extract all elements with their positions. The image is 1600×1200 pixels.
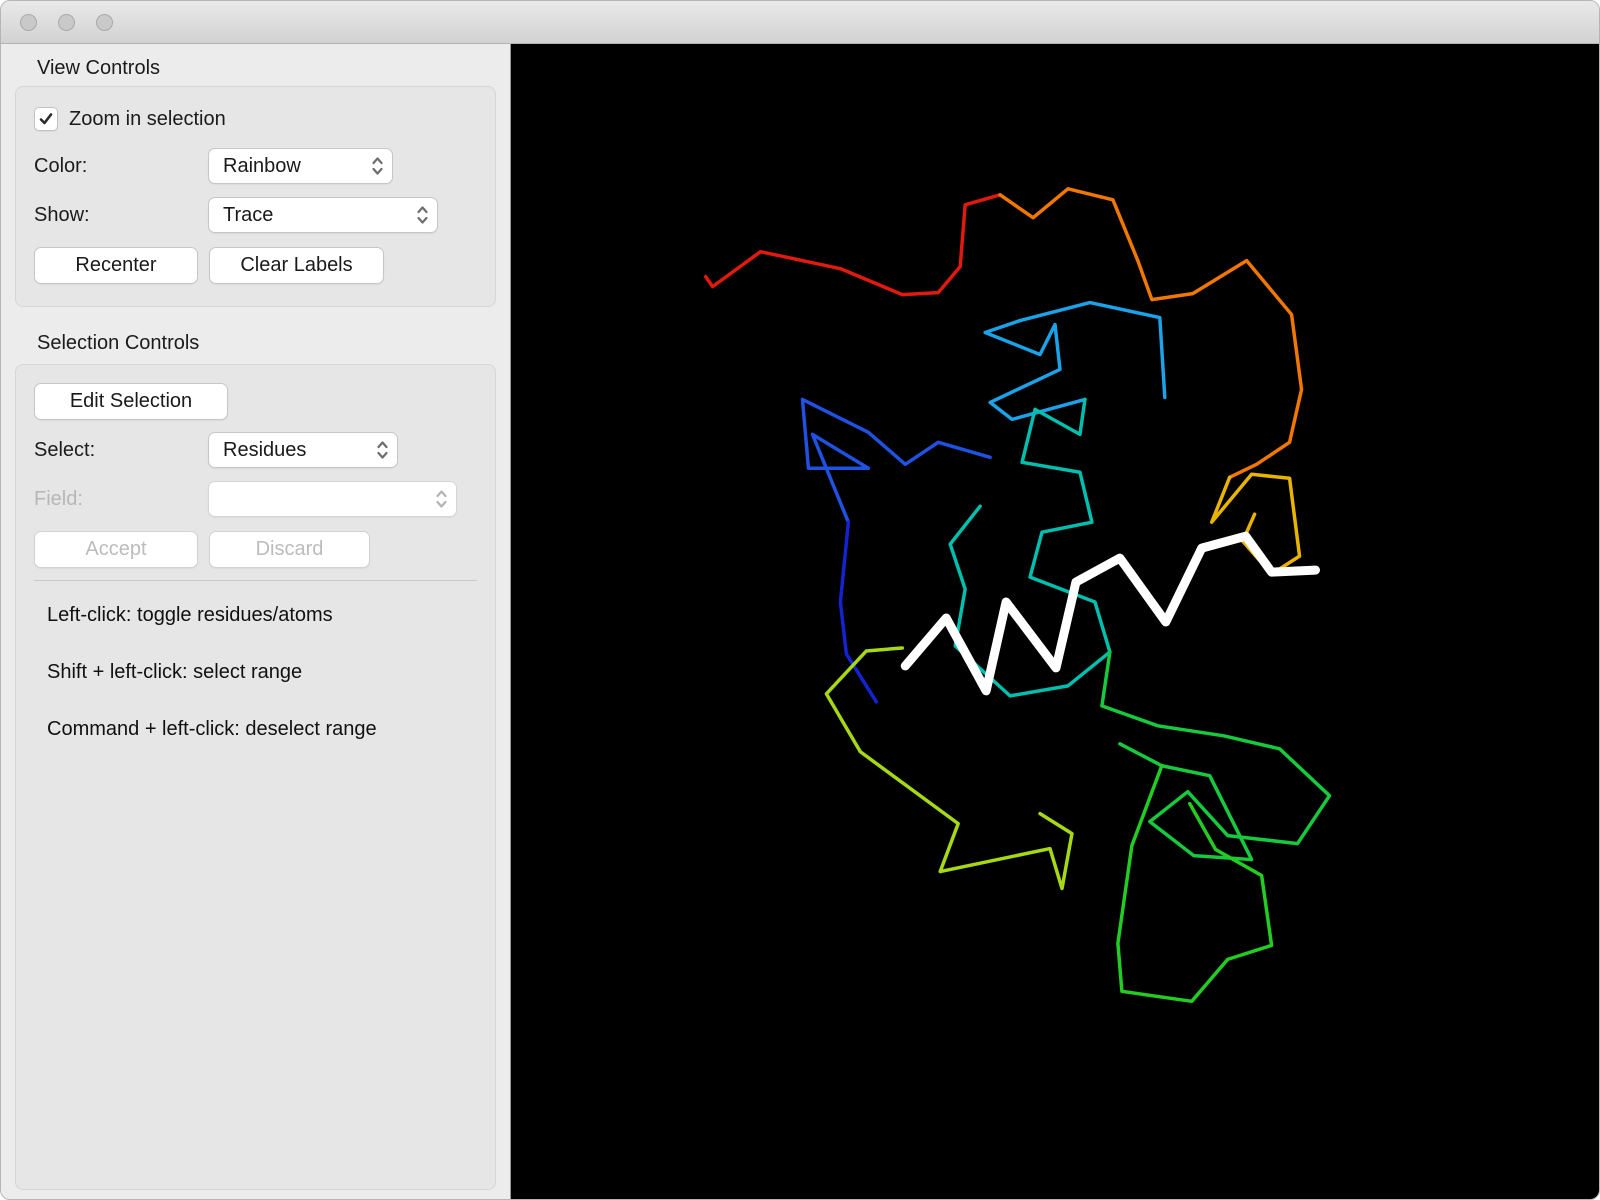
close-button[interactable]: [20, 13, 37, 31]
select-label: Select:: [34, 438, 96, 461]
checkmark-icon: [39, 113, 53, 125]
select-dropdown-value: Residues: [223, 438, 307, 461]
help-shift-left-click: Shift + left-click: select range: [47, 661, 303, 683]
edit-selection-button[interactable]: Edit Selection: [34, 383, 228, 420]
color-dropdown[interactable]: Rainbow: [208, 148, 393, 184]
control-sidebar: View Controls Zoom in selection Color: R…: [1, 44, 511, 1199]
minimize-button[interactable]: [58, 13, 75, 31]
app-window: View Controls Zoom in selection Color: R…: [0, 0, 1600, 1200]
view-controls-title: View Controls: [37, 57, 161, 79]
clear-labels-button[interactable]: Clear Labels: [209, 247, 384, 284]
trace-segment-green-tangle[interactable]: [1100, 650, 1332, 862]
zoom-in-selection-checkbox[interactable]: [34, 107, 58, 131]
field-dropdown[interactable]: [208, 481, 457, 517]
show-dropdown-value: Trace: [223, 203, 274, 226]
chevron-up-down-icon: [377, 441, 388, 459]
accept-button[interactable]: Accept: [34, 531, 198, 568]
selection-controls-group: Edit Selection Select: Residues Field: A…: [15, 364, 496, 1190]
trace-segment-n-terminus-red[interactable]: [703, 193, 1002, 297]
trace-segment-selection-white[interactable]: [900, 531, 1321, 696]
zoom-in-selection-row: Zoom in selection: [34, 105, 477, 133]
chevron-up-down-icon: [372, 157, 383, 175]
trace-segment-gold[interactable]: [1209, 472, 1302, 576]
molecule-viewport[interactable]: [511, 44, 1599, 1200]
zoom-button[interactable]: [96, 13, 113, 31]
discard-button[interactable]: Discard: [209, 531, 370, 568]
select-dropdown[interactable]: Residues: [208, 432, 398, 468]
recenter-button[interactable]: Recenter: [34, 247, 198, 284]
help-command-left-click: Command + left-click: deselect range: [47, 718, 377, 740]
trace-segment-sky-blue[interactable]: [983, 300, 1167, 422]
zoom-in-selection-label: Zoom in selection: [69, 107, 226, 130]
color-dropdown-value: Rainbow: [223, 154, 301, 177]
trace-segment-orange[interactable]: [998, 187, 1304, 480]
chevron-up-down-icon: [436, 490, 447, 508]
show-dropdown[interactable]: Trace: [208, 197, 438, 233]
title-bar[interactable]: [1, 1, 1599, 44]
help-left-click: Left-click: toggle residues/atoms: [47, 604, 333, 626]
selection-controls-title: Selection Controls: [37, 332, 200, 354]
trace-segment-teal[interactable]: [948, 397, 1112, 698]
view-controls-group: Zoom in selection Color: Rainbow Show: T…: [15, 86, 496, 307]
field-label: Field:: [34, 487, 83, 510]
color-label: Color:: [34, 154, 88, 177]
show-label: Show:: [34, 203, 90, 226]
molecule-trace-svg[interactable]: [511, 44, 1599, 1200]
trace-segment-blue[interactable]: [800, 397, 992, 524]
chevron-up-down-icon: [417, 206, 428, 224]
divider: [34, 580, 477, 581]
